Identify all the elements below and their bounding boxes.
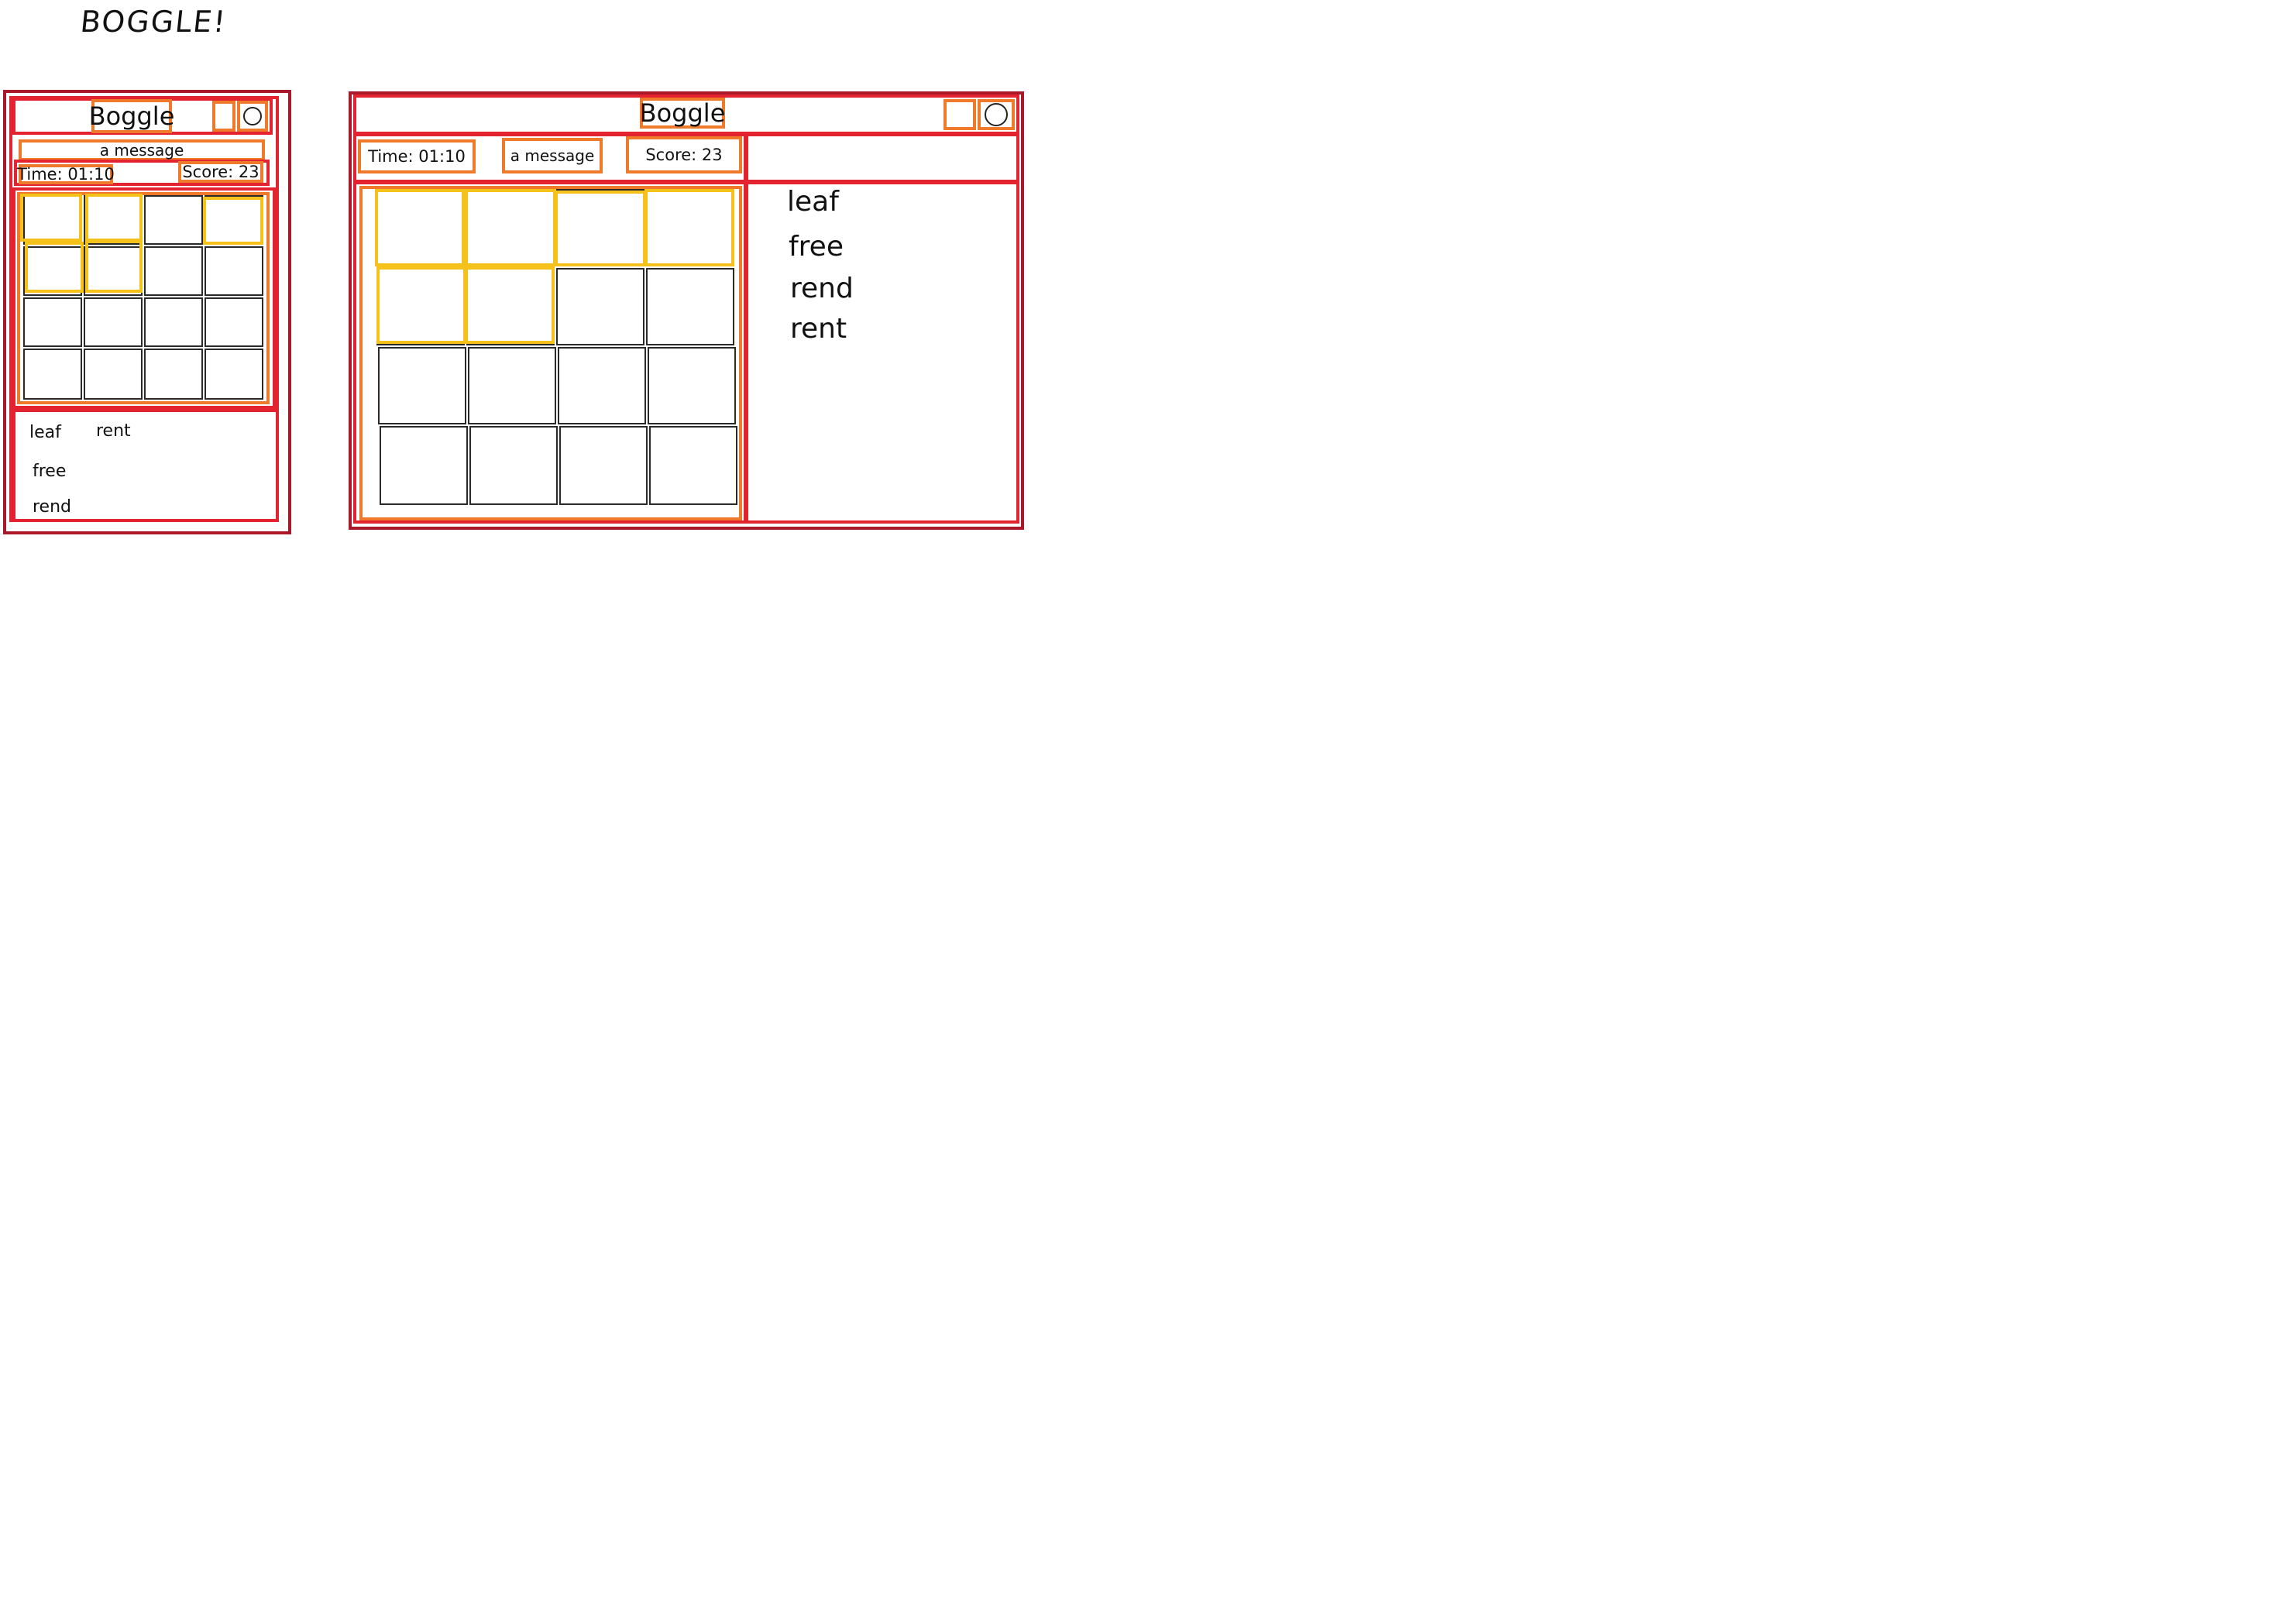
- mobile-board-cell[interactable]: [84, 297, 143, 347]
- desktop-word-list: [745, 181, 1019, 524]
- desktop-score: Score: 23: [626, 136, 742, 173]
- desktop-board-cell[interactable]: [649, 426, 737, 505]
- desktop-board-cell[interactable]: [469, 426, 558, 505]
- desktop-board-cell[interactable]: [556, 268, 644, 345]
- mobile-selected-cell: [25, 242, 84, 293]
- mobile-board-cell[interactable]: [144, 246, 203, 296]
- mobile-score: Score: 23: [178, 161, 263, 183]
- desktop-board-cell[interactable]: [559, 426, 648, 505]
- desktop-selected-cell: [644, 189, 734, 266]
- mobile-board-cell[interactable]: [144, 297, 203, 347]
- desktop-board-cell[interactable]: [378, 347, 466, 424]
- desktop-message: a message: [502, 138, 603, 173]
- desktop-board-cell[interactable]: [646, 268, 734, 345]
- desktop-word: leaf: [787, 186, 839, 218]
- desktop-word: free: [789, 231, 844, 263]
- desktop-board-cell[interactable]: [558, 347, 646, 424]
- desktop-selected-cell: [555, 191, 646, 266]
- mobile-word: free: [33, 462, 67, 481]
- mobile-selected-cell: [85, 194, 143, 242]
- mobile-timer: Time: 01:10: [17, 164, 115, 184]
- desktop-word: rend: [790, 273, 854, 304]
- mobile-word: rend: [33, 497, 72, 517]
- mobile-board-cell[interactable]: [84, 349, 143, 400]
- desktop-refresh-button[interactable]: [978, 99, 1015, 130]
- mobile-header-title: Boggle: [89, 99, 174, 133]
- desktop-timer: Time: 01:10: [358, 139, 476, 173]
- desktop-blank-button[interactable]: [943, 99, 976, 130]
- mobile-board-cell[interactable]: [205, 349, 263, 400]
- mobile-selected-cell: [203, 197, 263, 245]
- mobile-message: a message: [19, 139, 265, 161]
- refresh-icon: [243, 107, 262, 125]
- mobile-board-cell[interactable]: [205, 297, 263, 347]
- desktop-board-cell[interactable]: [468, 347, 556, 424]
- refresh-icon: [985, 103, 1008, 126]
- mobile-board-cell[interactable]: [23, 297, 82, 347]
- desktop-selected-cell: [465, 266, 555, 344]
- mobile-board-cell[interactable]: [23, 349, 82, 400]
- desktop-word-header: [745, 133, 1019, 183]
- desktop-selected-cell: [465, 189, 556, 266]
- mobile-word: leaf: [29, 423, 61, 442]
- mobile-selected-cell: [85, 240, 143, 293]
- desktop-selected-cell: [376, 266, 466, 344]
- mobile-word: rent: [96, 421, 131, 441]
- mobile-blank-button[interactable]: [212, 101, 235, 132]
- desktop-selected-cell: [375, 189, 465, 266]
- desktop-header-title: Boggle: [639, 98, 726, 129]
- page-title: BOGGLE!: [78, 5, 229, 39]
- mobile-selected-cell: [20, 194, 82, 242]
- desktop-word: rent: [790, 313, 847, 345]
- mobile-board-cell[interactable]: [205, 246, 263, 296]
- mobile-board-cell[interactable]: [144, 195, 203, 245]
- desktop-board-cell[interactable]: [648, 347, 736, 424]
- desktop-board-cell[interactable]: [380, 426, 468, 505]
- mobile-refresh-button[interactable]: [237, 101, 268, 132]
- mobile-board-cell[interactable]: [144, 349, 203, 400]
